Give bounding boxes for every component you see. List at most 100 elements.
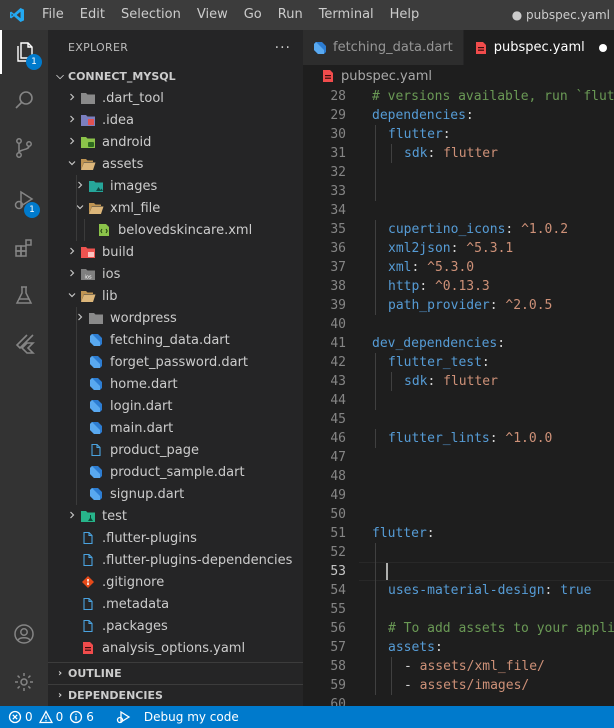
folder-item-dart-tool[interactable]: .dart_tool (48, 87, 303, 109)
line-number: 44 (330, 393, 346, 408)
tree-item-label: .gitignore (102, 574, 165, 590)
folder-item-images[interactable]: images (48, 175, 303, 197)
line-number: 36 (330, 241, 346, 256)
git-file-icon (80, 574, 96, 590)
indent-guide (76, 351, 77, 373)
file-item-packages[interactable]: .packages (48, 615, 303, 637)
menu-edit[interactable]: Edit (72, 0, 113, 30)
folder-item-xml-file[interactable]: xml_file (48, 197, 303, 219)
outline-section[interactable]: › OUTLINE (48, 662, 303, 684)
tree-item-label: product_page (110, 442, 199, 458)
search-icon[interactable] (0, 78, 48, 122)
file-item-home-dart[interactable]: home.dart (48, 373, 303, 395)
file-item-signup-dart[interactable]: signup.dart (48, 483, 303, 505)
file-item-forget-password-dart[interactable]: forget_password.dart (48, 351, 303, 373)
debug-status[interactable]: Debug my code (108, 706, 247, 728)
flutter-icon[interactable] (0, 322, 48, 366)
dependencies-section[interactable]: › DEPENDENCIES (48, 684, 303, 706)
indent-guide (375, 676, 376, 695)
folder-test-icon (80, 508, 96, 524)
source-control-icon[interactable] (0, 126, 48, 170)
line-number: 35 (330, 222, 346, 237)
tab-fetching-data-dart[interactable]: fetching_data.dart (303, 30, 464, 65)
blank-file-icon (80, 618, 96, 634)
file-item-flutter-plugins[interactable]: .flutter-plugins (48, 527, 303, 549)
folder-item-build[interactable]: build (48, 241, 303, 263)
testing-icon[interactable] (0, 274, 48, 318)
menu-view[interactable]: View (189, 0, 236, 30)
indent-guide (375, 372, 376, 391)
code-token: - (404, 678, 420, 693)
folder-grey-icon (80, 90, 96, 106)
line-number: 45 (330, 412, 346, 427)
menu-help[interactable]: Help (382, 0, 428, 30)
tree-item-label: belovedskincare.xml (118, 222, 253, 238)
explorer-header: EXPLORER ··· (48, 30, 303, 65)
tab-pubspec-yaml[interactable]: pubspec.yaml (463, 30, 614, 65)
file-item-main-dart[interactable]: main.dart (48, 417, 303, 439)
code-line: 45 (303, 410, 614, 429)
yaml-file-icon (321, 69, 335, 83)
menu-go[interactable]: Go (236, 0, 270, 30)
settings-gear-icon[interactable] (0, 660, 48, 704)
line-number: 33 (330, 184, 346, 199)
menu-selection[interactable]: Selection (113, 0, 189, 30)
extensions-icon[interactable] (0, 226, 48, 270)
line-number: 55 (330, 602, 346, 617)
folder-item-lib[interactable]: lib (48, 285, 303, 307)
tree-item-label: wordpress (110, 310, 177, 326)
code-line: 33 (303, 182, 614, 201)
breadcrumb-file[interactable]: pubspec.yaml (341, 69, 432, 84)
file-item-belovedskincare-xml[interactable]: belovedskincare.xml (48, 219, 303, 241)
problems-status[interactable]: 0 0 6 (0, 706, 102, 728)
code-token: uses-material-design (388, 583, 545, 598)
menu-file[interactable]: File (34, 0, 72, 30)
indent-guide (375, 258, 376, 277)
dart-file-icon (88, 332, 104, 348)
more-actions-icon[interactable]: ··· (275, 40, 291, 56)
file-item-product-page[interactable]: product_page (48, 439, 303, 461)
indent-guide (76, 461, 77, 483)
run-debug-icon[interactable]: 1 (0, 178, 48, 222)
menu-run[interactable]: Run (270, 0, 311, 30)
code-token: assets/xml_file/ (419, 659, 545, 674)
folder-item-ios[interactable]: ios ios (48, 263, 303, 285)
file-item-flutter-plugins-dependencies[interactable]: .flutter-plugins-dependencies (48, 549, 303, 571)
folder-item-test[interactable]: test (48, 505, 303, 527)
folder-item-wordpress[interactable]: wordpress (48, 307, 303, 329)
file-item-product-sample-dart[interactable]: product_sample.dart (48, 461, 303, 483)
code-token: ^2.0.5 (505, 298, 553, 313)
folder-item-assets[interactable]: assets (48, 153, 303, 175)
code-line: 32 (303, 163, 614, 182)
debug-run-icon (116, 710, 131, 724)
account-icon[interactable] (0, 612, 48, 656)
code-token: flutter_lints (388, 431, 490, 446)
file-item-analysis-options-yaml[interactable]: analysis_options.yaml (48, 637, 303, 659)
code-token: flutter (443, 146, 498, 161)
folder-item-android[interactable]: android (48, 131, 303, 153)
dart-file-icon (88, 420, 104, 436)
folder-images-icon (88, 178, 104, 194)
file-item-fetching-data-dart[interactable]: fetching_data.dart (48, 329, 303, 351)
code-editor[interactable]: 28 # versions available, run `flutt 29 depe… (303, 87, 614, 706)
workspace-root[interactable]: ⌵ CONNECT_MYSQL (48, 65, 303, 87)
code-text: flutter: (372, 524, 435, 543)
dart-file-icon (88, 354, 104, 370)
menu-terminal[interactable]: Terminal (311, 0, 382, 30)
folder-item-idea[interactable]: .idea (48, 109, 303, 131)
file-item-gitignore[interactable]: .gitignore (48, 571, 303, 593)
file-item-login-dart[interactable]: login.dart (48, 395, 303, 417)
code-line: 39 path_provider: ^2.0.5 (303, 296, 614, 315)
error-count: 0 (25, 710, 33, 724)
chevron-right-icon (72, 312, 88, 325)
file-tree: .dart_tool .idea android assets images xml_fi… (48, 87, 303, 659)
explorer-icon[interactable]: 1 (0, 30, 48, 74)
indent-guide (375, 144, 376, 163)
file-item-metadata[interactable]: .metadata (48, 593, 303, 615)
unsaved-dot-icon[interactable] (598, 43, 607, 52)
code-token: - (404, 659, 420, 674)
tree-item-label: .packages (102, 618, 168, 634)
indent-guide (76, 219, 77, 241)
chevron-down-icon (72, 202, 88, 215)
warning-count: 0 (55, 710, 64, 724)
